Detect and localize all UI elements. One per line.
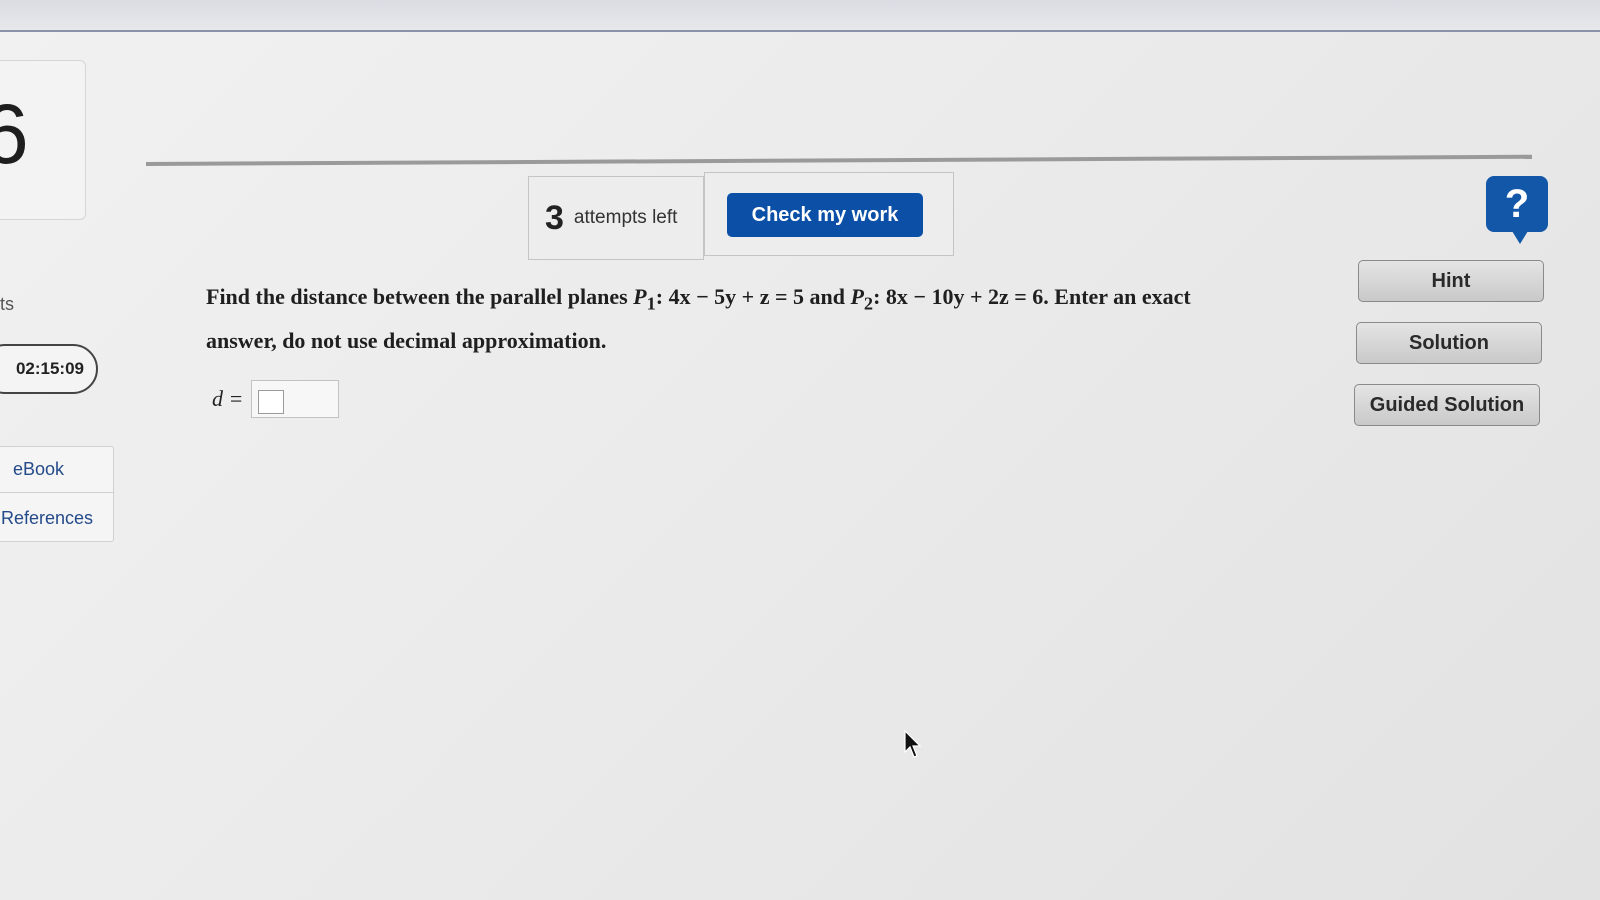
attempts-label: attempts left xyxy=(573,207,678,228)
answer-input[interactable] xyxy=(251,380,340,418)
help-icon-glyph: ? xyxy=(1504,181,1530,226)
guided-solution-button[interactable]: Guided Solution xyxy=(1354,384,1540,426)
check-my-work-button[interactable]: Check my work xyxy=(727,193,923,237)
hint-button[interactable]: Hint xyxy=(1358,260,1544,302)
question-number: 6 xyxy=(0,87,29,181)
ebook-link[interactable]: eBook xyxy=(0,447,113,493)
math-entry-box[interactable] xyxy=(258,390,285,414)
question-intro: Find the distance between the parallel p… xyxy=(206,284,634,309)
top-strip xyxy=(0,0,1600,32)
plane-1-label: P xyxy=(633,284,647,309)
check-work-container: Check my work xyxy=(704,172,954,256)
plane-1-subscript: 1 xyxy=(646,293,656,314)
plane-2-subscript: 2 xyxy=(863,293,874,314)
answer-row: d = xyxy=(212,380,340,418)
plane-1-equation: : 4x − 5y + z = 5 and xyxy=(655,284,851,309)
attempts-count: 3 xyxy=(545,198,564,237)
plane-2-label: P xyxy=(850,284,864,309)
references-link[interactable]: References xyxy=(0,495,113,541)
timer: 02:15:09 xyxy=(0,344,98,394)
divider-rule xyxy=(145,154,1532,166)
help-icon[interactable]: ? xyxy=(1486,176,1548,244)
mouse-cursor-icon xyxy=(904,730,922,758)
side-label: ts xyxy=(0,294,15,314)
references-panel: eBook References xyxy=(0,446,114,542)
solution-button[interactable]: Solution xyxy=(1356,322,1542,364)
attempts-indicator: 3 attempts left xyxy=(528,176,704,260)
answer-label: d = xyxy=(212,386,244,411)
question-text: Find the distance between the parallel p… xyxy=(206,278,1246,359)
